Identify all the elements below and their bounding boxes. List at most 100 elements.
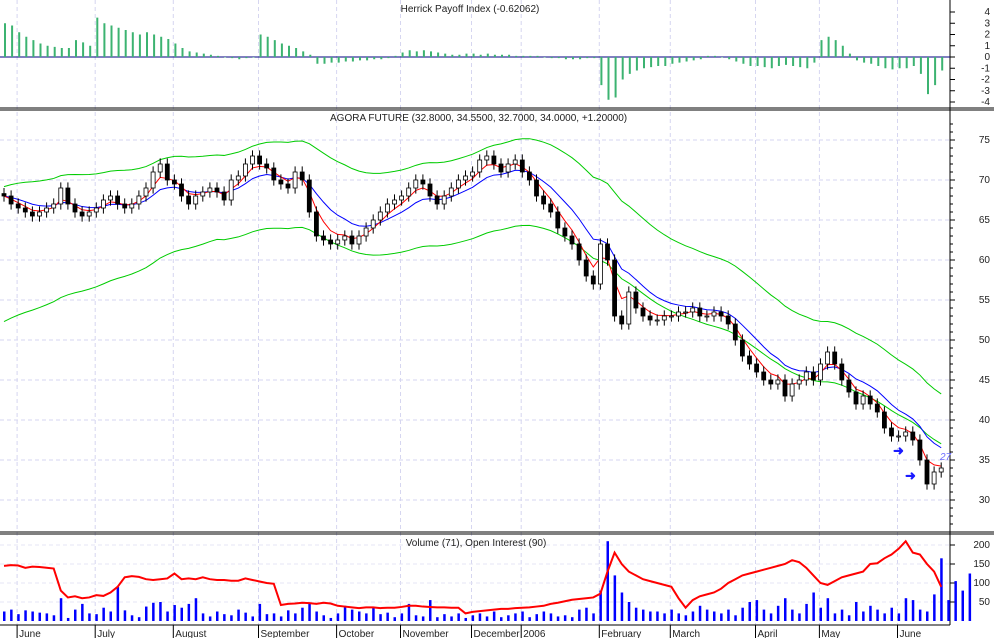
hpi-bar — [834, 40, 837, 57]
volume-bar — [961, 590, 964, 621]
hpi-bar — [614, 57, 617, 98]
hpi-bar — [359, 57, 361, 61]
hpi-bar — [266, 36, 269, 57]
hpi-bar — [714, 55, 716, 57]
candle-body — [377, 211, 383, 221]
hpi-bar — [430, 51, 432, 57]
hpi-bar — [323, 57, 326, 64]
candle-body — [661, 315, 667, 321]
candle-body — [683, 311, 688, 314]
volume-bar — [116, 586, 120, 621]
hpi-bar — [806, 57, 809, 69]
hpi-bar — [146, 32, 148, 57]
candle-body — [129, 203, 135, 209]
hpi-bar — [394, 55, 397, 57]
hpi-title: Herrick Payoff Index (-0.62062) — [401, 4, 540, 15]
hpi-bar — [678, 57, 681, 63]
candle-body — [740, 339, 745, 357]
volume-bar — [74, 609, 77, 621]
volume-bar — [258, 603, 262, 621]
candle-body — [221, 191, 227, 201]
candle-body — [214, 187, 220, 193]
hpi-bar — [799, 57, 802, 68]
volume-bar — [812, 592, 815, 621]
hpi-bar — [941, 57, 944, 71]
hpi-bar — [927, 57, 929, 95]
candle-body — [179, 183, 184, 197]
volume-bar — [464, 617, 467, 621]
candle-body — [207, 187, 213, 193]
hpi-bar — [195, 52, 198, 57]
hpi-bar — [628, 57, 631, 74]
candle-body — [1, 193, 7, 197]
volume-tick-label: 150 — [973, 559, 990, 570]
volume-bar — [606, 541, 609, 621]
x-axis-label: June — [900, 629, 922, 638]
volume-bar — [194, 598, 198, 621]
hpi-bar — [919, 57, 922, 74]
volume-bar — [784, 598, 787, 621]
hpi-bar — [643, 57, 645, 69]
candle-body — [235, 175, 241, 181]
candle-body — [598, 243, 603, 285]
hpi-bar — [898, 57, 901, 69]
volume-bar — [393, 617, 396, 621]
candle-body — [484, 155, 490, 161]
hpi-bar — [593, 57, 596, 59]
hpi-bar — [202, 53, 205, 57]
hpi-bar — [302, 51, 305, 57]
price-tick-label: 75 — [979, 135, 991, 146]
hpi-bar — [650, 57, 653, 68]
candle-body — [612, 259, 617, 317]
candle-body — [527, 171, 532, 181]
price-title: AGORA FUTURE (32.8000, 34.5500, 32.7000,… — [330, 113, 627, 124]
chart-window: June July August September October November De… — [0, 0, 994, 638]
candle-body — [122, 203, 128, 209]
volume-bar — [336, 613, 340, 621]
volume-bar — [436, 617, 439, 621]
hpi-tick-label: 1 — [984, 41, 990, 52]
hpi-bar — [557, 57, 560, 59]
volume-bar — [883, 613, 886, 621]
volume-bar — [634, 607, 638, 621]
hpi-bar — [309, 54, 312, 57]
volume-bar — [109, 611, 112, 621]
price-tick-label: 55 — [979, 295, 991, 306]
volume-bar — [187, 603, 191, 621]
candle-body — [29, 211, 35, 217]
volume-bar — [890, 607, 893, 621]
candle-body — [278, 179, 284, 185]
hpi-bar — [699, 57, 702, 60]
volume-bar — [911, 600, 915, 621]
candle-body — [363, 227, 369, 237]
hpi-bar — [231, 57, 234, 59]
volume-bar — [776, 605, 780, 621]
candle-body — [811, 371, 816, 381]
candle-body — [853, 391, 859, 405]
volume-bar — [826, 598, 830, 621]
hpi-bar — [67, 48, 70, 57]
volume-bar — [95, 614, 98, 621]
hpi-bar — [522, 55, 525, 57]
volume-bar — [727, 609, 730, 621]
candle-body — [846, 379, 852, 393]
candle-body — [583, 259, 589, 277]
volume-bar — [571, 617, 574, 621]
hpi-bar — [153, 34, 156, 57]
hpi-bar — [515, 55, 518, 57]
volume-bar — [940, 558, 943, 621]
volume-bar — [656, 611, 659, 621]
candle-body — [626, 291, 632, 325]
candle-body — [101, 199, 106, 209]
candle-body — [306, 179, 312, 213]
hpi-bar — [600, 57, 603, 86]
volume-bar — [294, 613, 297, 621]
candle-body — [910, 431, 916, 441]
x-axis-label: December — [474, 629, 521, 638]
hpi-bar — [288, 45, 290, 57]
candle-body — [264, 163, 270, 169]
volume-bar — [279, 616, 283, 621]
volume-bar — [492, 611, 496, 621]
volume-tick-label: 50 — [979, 597, 991, 608]
volume-bar — [343, 605, 347, 621]
